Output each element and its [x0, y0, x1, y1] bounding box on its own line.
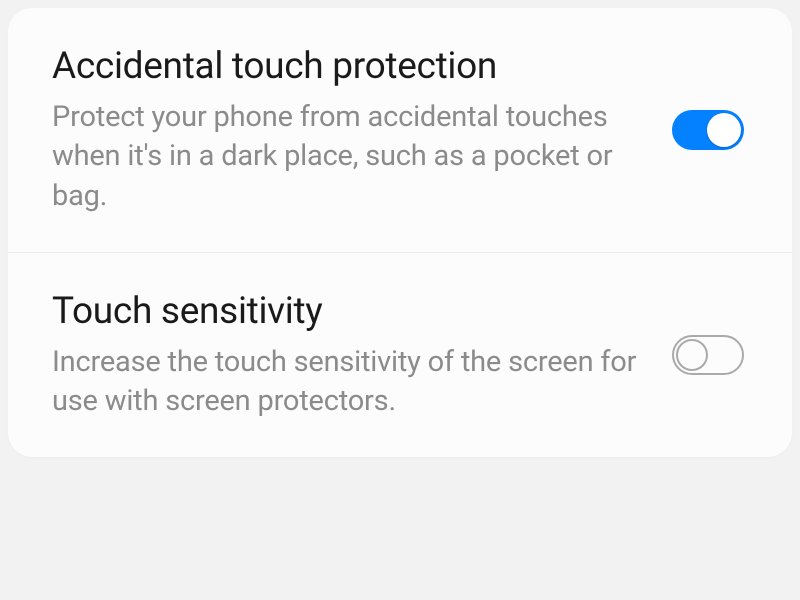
setting-row-touch-sensitivity[interactable]: Touch sensitivity Increase the touch sen… [8, 253, 792, 458]
toggle-accidental-touch-protection[interactable] [672, 110, 744, 150]
toggle-wrap [672, 110, 744, 150]
toggle-wrap [672, 335, 744, 375]
setting-text: Accidental touch protection Protect your… [52, 44, 644, 216]
setting-row-accidental-touch-protection[interactable]: Accidental touch protection Protect your… [8, 8, 792, 253]
setting-text: Touch sensitivity Increase the touch sen… [52, 289, 644, 422]
setting-title: Accidental touch protection [52, 44, 644, 90]
toggle-touch-sensitivity[interactable] [672, 335, 744, 375]
setting-description: Protect your phone from accidental touch… [52, 98, 644, 215]
toggle-knob-icon [676, 339, 708, 371]
setting-title: Touch sensitivity [52, 289, 644, 335]
toggle-knob-icon [707, 113, 741, 147]
settings-card: Accidental touch protection Protect your… [8, 8, 792, 457]
setting-description: Increase the touch sensitivity of the sc… [52, 343, 644, 421]
